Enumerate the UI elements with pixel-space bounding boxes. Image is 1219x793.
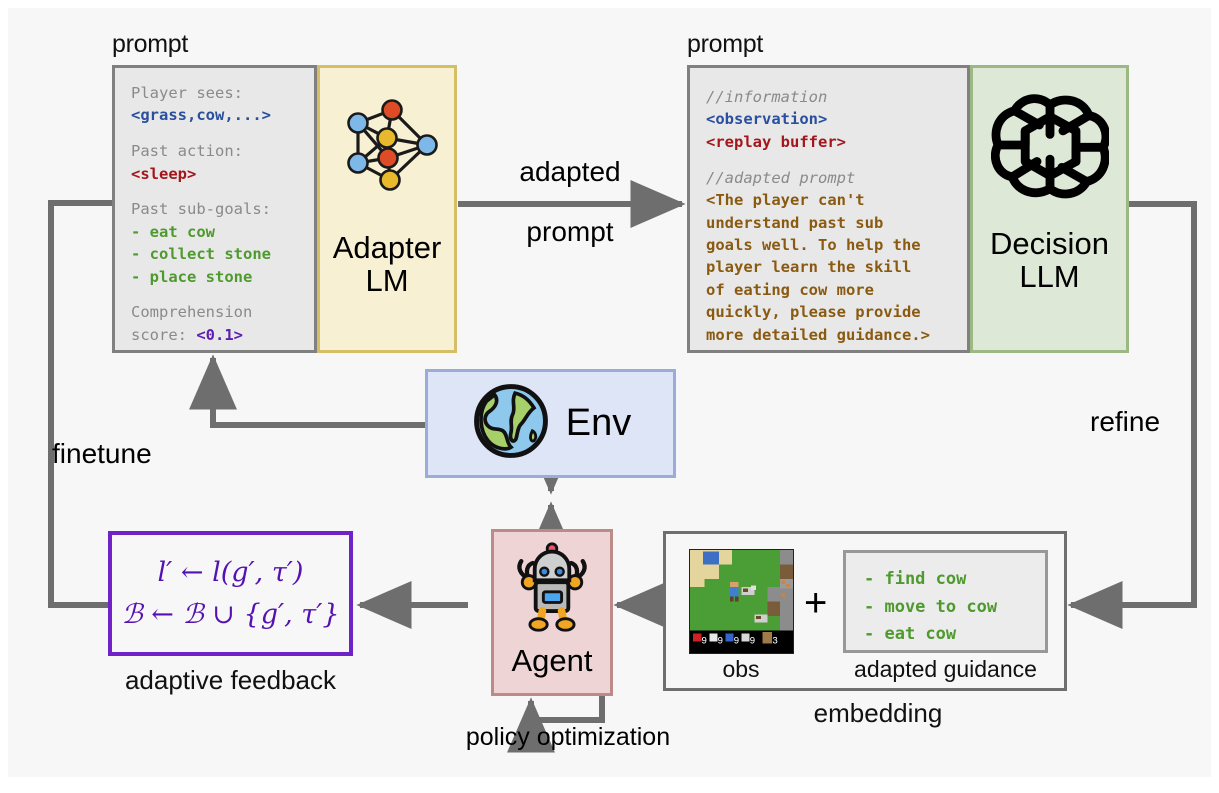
- neural-network-icon: [332, 90, 442, 205]
- obs-caption: obs: [722, 656, 760, 682]
- left-prompt-text-0: Player sees:: [131, 84, 243, 102]
- left-prompt-line-11: Comprehension: [131, 301, 304, 323]
- svg-text:9: 9: [750, 635, 756, 646]
- right-prompt-text-7: goals well. To help the: [706, 235, 921, 254]
- left-prompt-tail-12: <0.1>: [196, 325, 243, 344]
- adapted-guidance-box: - find cow - move to cow - eat cow: [843, 550, 1048, 653]
- decision-llm-box[interactable]: Decision LLM: [970, 65, 1129, 353]
- right-prompt-line-8: player learn the skill: [706, 256, 957, 278]
- right-prompt-line-2: <replay buffer>: [706, 131, 957, 153]
- policy-optimization-label: policy optimization: [465, 723, 671, 751]
- right-prompt-line-10: quickly, please provide: [706, 301, 957, 323]
- left-prompt-line-10: [131, 288, 304, 301]
- right-prompt-text-6: understand past sub: [706, 213, 884, 232]
- left-prompt-line-6: Past sub-goals:: [131, 198, 304, 220]
- right-prompt-label: prompt: [687, 30, 764, 58]
- left-prompt-text-11: Comprehension: [131, 303, 253, 322]
- right-prompt-line-5: <The player can't: [706, 189, 957, 211]
- env-title: Env: [565, 402, 632, 444]
- guidance-line-2: - eat cow: [864, 624, 957, 645]
- right-prompt-line-3: [706, 153, 957, 166]
- right-prompt-line-0: //information: [706, 86, 957, 108]
- left-prompt-text-12: score:: [131, 325, 197, 344]
- left-prompt-line-2: [131, 127, 304, 140]
- env-box[interactable]: Env: [425, 369, 676, 478]
- svg-text:9: 9: [717, 635, 723, 646]
- left-prompt-box: Player sees: <grass,cow,...> Past action:…: [112, 65, 317, 353]
- left-prompt-line-9: - place stone: [131, 266, 304, 288]
- right-prompt-line-9: of eating cow more: [706, 279, 957, 301]
- diagram-canvas: prompt Player sees: <grass,cow,...> Past …: [0, 0, 1219, 785]
- right-prompt-text-10: quickly, please provide: [706, 303, 921, 322]
- adaptive-feedback-caption: adaptive feedback: [124, 665, 337, 695]
- left-prompt-text-3: Past action:: [131, 142, 243, 161]
- left-prompt-line-12: score: <0.1>: [131, 324, 304, 346]
- left-prompt-text-4: <sleep>: [131, 164, 197, 183]
- right-prompt-text-8: player learn the skill: [706, 258, 912, 277]
- adapter-lm-title-line2: LM: [365, 263, 409, 299]
- right-prompt-text-9: of eating cow more: [706, 280, 874, 299]
- left-prompt-line-7: - eat cow: [131, 221, 304, 243]
- right-prompt-line-7: goals well. To help the: [706, 234, 957, 256]
- svg-text:3: 3: [772, 635, 778, 646]
- plus-sign: +: [804, 581, 828, 625]
- embedding-caption: embedding: [813, 698, 943, 728]
- finetune-label: finetune: [52, 438, 152, 469]
- refine-label: refine: [1090, 406, 1161, 437]
- decision-llm-title-line2: LLM: [1019, 259, 1080, 295]
- right-prompt-text-2: <replay buffer>: [706, 132, 846, 151]
- guidance-line-1: - move to cow: [864, 596, 998, 617]
- obs-image: 9 9 9 9 3: [689, 549, 794, 654]
- globe-icon: [470, 380, 552, 467]
- left-prompt-line-4: <sleep>: [131, 163, 304, 185]
- left-prompt-text-8: - collect stone: [131, 245, 271, 264]
- left-prompt-line-8: - collect stone: [131, 243, 304, 265]
- adapted-prompt-label-line1: adapted: [519, 156, 621, 187]
- right-prompt-text-4: //adapted prompt: [706, 168, 856, 187]
- left-prompt-text-7: - eat cow: [131, 222, 215, 241]
- adapted-guidance-caption: adapted guidance: [854, 656, 1037, 682]
- left-prompt-text-1: <grass,cow,...>: [131, 106, 271, 125]
- right-prompt-line-11: more detailed guidance.>: [706, 324, 957, 346]
- right-prompt-text-0: //information: [706, 88, 828, 106]
- right-prompt-box: //information <observation> <replay buffer…: [687, 65, 970, 353]
- guidance-line-0: - find cow: [864, 569, 967, 589]
- svg-text:9: 9: [701, 635, 707, 646]
- arrow-env-to-prompt: [189, 354, 425, 428]
- agent-box[interactable]: Agent: [491, 529, 613, 696]
- robot-icon: [504, 540, 600, 641]
- left-prompt-line-0: Player sees:: [131, 82, 304, 104]
- adapter-lm-title-line1: Adapter: [332, 230, 442, 265]
- feedback-formula-line1: l′ ← l(g′, τ′): [157, 556, 304, 588]
- left-prompt-line-5: [131, 185, 304, 198]
- right-prompt-line-6: understand past sub: [706, 212, 957, 234]
- feedback-formula-line2: ℬ ← ℬ ∪ {g′, τ′}: [121, 598, 340, 630]
- left-prompt-line-1: <grass,cow,...>: [131, 104, 304, 126]
- left-prompt-text-9: - place stone: [131, 267, 253, 286]
- arrow-policy-optimization: [507, 696, 605, 753]
- agent-title: Agent: [511, 643, 593, 678]
- right-prompt-line-1: <observation>: [706, 108, 957, 130]
- right-prompt-text-1: <observation>: [706, 110, 828, 129]
- adapted-prompt-label-line2: prompt: [526, 216, 614, 247]
- right-prompt-text-11: more detailed guidance.>: [706, 325, 930, 344]
- right-prompt-text-5: <The player can't: [706, 191, 865, 210]
- left-prompt-text-6: Past sub-goals:: [131, 200, 271, 219]
- adaptive-feedback-box[interactable]: l′ ← l(g′, τ′) ℬ ← ℬ ∪ {g′, τ′}: [108, 531, 353, 656]
- openai-knot-icon: [990, 86, 1110, 209]
- left-prompt-line-3: Past action:: [131, 140, 304, 162]
- svg-text:9: 9: [733, 635, 739, 646]
- left-prompt-label: prompt: [112, 30, 189, 58]
- right-prompt-line-4: //adapted prompt: [706, 167, 957, 189]
- adapter-lm-box[interactable]: Adapter LM: [317, 65, 457, 353]
- decision-llm-title-line1: Decision: [990, 226, 1109, 261]
